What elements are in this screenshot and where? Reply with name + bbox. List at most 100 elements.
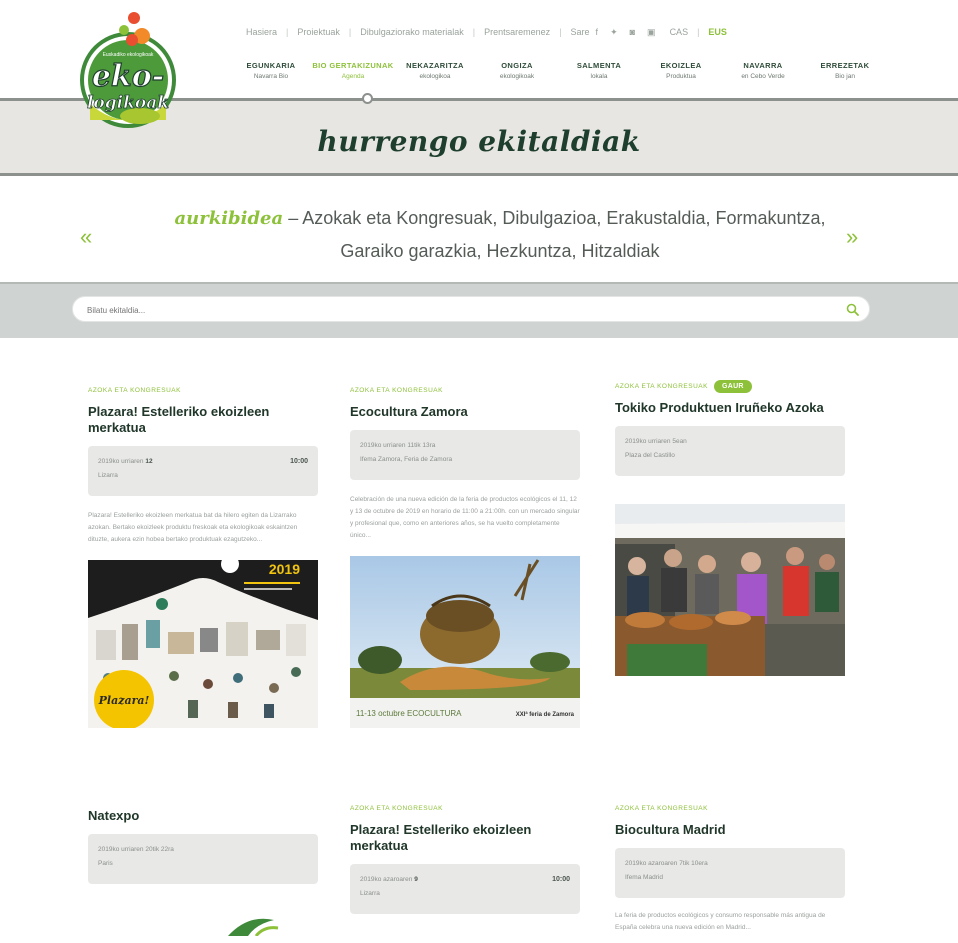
main-nav: EGUNKARIA Navarra Bio BIO GERTAKIZUNAK Age… [230, 60, 886, 82]
event-title[interactable]: Plazara! Estelleriko ekoizleen merkatua [88, 404, 318, 436]
facebook-icon[interactable]: f [596, 27, 599, 37]
event-place: Ifema Madrid [625, 874, 663, 881]
svg-text:eko-: eko- [92, 59, 164, 94]
event-image[interactable]: 2019 Plazara! [88, 560, 318, 728]
nav-separator: | [286, 27, 289, 37]
poster-brand: Plazara! [98, 694, 150, 707]
site-header: eko- logikoak Euskadiko ekologikoak Hasi… [0, 0, 958, 128]
search-box [72, 296, 870, 322]
event-day: 12 [145, 458, 153, 465]
event-description: La feria de productos ecológicos y consu… [615, 912, 826, 931]
event-date: 2019ko azaroaren 7tik 10era [625, 860, 708, 867]
instagram-icon[interactable]: ◙ [630, 27, 635, 37]
main-nav-item-title: BIO GERTAKIZUNAK [312, 61, 394, 70]
language-eus[interactable]: EUS [708, 27, 727, 37]
main-nav-item-sub: Produktua [666, 73, 696, 80]
main-nav-item-title: NEKAZARITZA [406, 61, 464, 70]
event-title[interactable]: Plazara! Estelleriko ekoizleen merkatua [350, 822, 580, 854]
nav-separator: | [697, 27, 700, 37]
event-date: 2019ko urriaren 5ean [625, 438, 687, 445]
event-image[interactable] [615, 504, 845, 676]
event-description: Plazara! Estelleriko ekoizleen merkatua … [88, 512, 298, 543]
category-items[interactable]: Azokak eta Kongresuak, Dibulgazioa, Erak… [302, 208, 825, 261]
search-input[interactable] [87, 303, 827, 317]
active-nav-indicator [362, 93, 373, 104]
event-card[interactable]: AZOKA ETA KONGRESUAK Plazara! Estellerik… [88, 384, 318, 728]
poster-caption-extra: XXIª feria de Zamora [516, 711, 575, 718]
nav-separator: | [559, 27, 562, 37]
event-place: Ifema Zamora, Feria de Zamora [360, 456, 453, 463]
event-info-box: 2019ko azaroaren 7tik 10era Ifema Madrid [615, 848, 845, 898]
event-info-box: 2019ko azaroaren 9 Lizarra 10:00 [350, 864, 580, 914]
top-nav-item[interactable]: Proiektuak [297, 27, 340, 37]
event-date: 2019ko urriaren 11tik 13ra [360, 442, 436, 449]
event-category-label: AZOKA ETA KONGRESUAK [615, 804, 708, 812]
svg-text:Euskadiko ekologikoak: Euskadiko ekologikoak [103, 52, 154, 58]
twitter-icon[interactable]: ✦ [610, 27, 618, 38]
main-nav-item-egunkaria[interactable]: EGUNKARIA Navarra Bio [230, 60, 312, 82]
youtube-icon[interactable]: ▣ [647, 27, 656, 38]
main-nav-item-sub: ekologikoa [419, 73, 451, 80]
main-nav-item-title: NAVARRA [743, 61, 783, 70]
today-badge: GAUR [713, 379, 752, 393]
event-title[interactable]: Ecocultura Zamora [350, 404, 580, 420]
poster-year: 2019 [269, 561, 300, 577]
event-date: 2019ko urriaren [98, 458, 144, 465]
event-title[interactable]: Natexpo [88, 808, 318, 824]
event-place: Paris [98, 860, 113, 867]
eko-logikoak-logo[interactable]: eko- logikoak Euskadiko ekologikoak [70, 8, 186, 130]
main-nav-item-ongiza[interactable]: ONGIZA ekologikoak [476, 60, 558, 82]
event-time: 10:00 [290, 458, 308, 465]
main-nav-item-sub: en Cebo Verde [741, 73, 785, 80]
main-nav-item-nekazaritza[interactable]: NEKAZARITZA ekologikoa [394, 60, 476, 82]
main-nav-item-title: ERREZETAK [820, 61, 870, 70]
event-category: AZOKA ETA KONGRESUAK GAUR [615, 379, 845, 393]
event-day: 9 [414, 876, 418, 883]
event-card[interactable]: AZOKA ETA KONGRESUAK GAUR Tokiko Produkt… [615, 379, 845, 676]
event-info-box: 2019ko urriaren 11tik 13ra Ifema Zamora,… [350, 430, 580, 480]
event-info-box: 2019ko urriaren 5ean Plaza del Castillo [615, 426, 845, 476]
poster-caption: 11-13 octubre ECOCULTURA [356, 709, 462, 718]
main-nav-item-title: ONGIZA [501, 61, 533, 70]
top-nav-item[interactable]: Prentsaremenez [484, 27, 550, 37]
event-card[interactable]: AZOKA ETA KONGRESUAK Ecocultura Zamora 2… [350, 384, 580, 728]
event-image[interactable] [88, 906, 318, 936]
svg-text:logikoak: logikoak [87, 93, 169, 113]
main-nav-item-sub: ekologikoak [499, 73, 535, 80]
market-photo-image [615, 504, 845, 676]
event-card[interactable]: AZOKA ETA KONGRESUAK Biocultura Madrid 2… [615, 802, 845, 934]
event-card[interactable]: Natexpo 2019ko urriaren 20tik 22ra Paris [88, 808, 318, 936]
nav-separator: | [348, 27, 352, 37]
language-cas[interactable]: CAS [670, 27, 689, 37]
category-carousel: « aurkibidea – Azokak eta Kongresuak, Di… [0, 178, 958, 282]
top-nav: Hasiera | Proiektuak | Dibulgaziorako ma… [246, 25, 727, 39]
event-grid: AZOKA ETA KONGRESUAK Plazara! Estellerik… [0, 338, 958, 943]
main-nav-item-title: EGUNKARIA [246, 61, 296, 70]
main-nav-item-sub: Navarra Bio [253, 73, 289, 80]
event-title[interactable]: Biocultura Madrid [615, 822, 845, 838]
event-title[interactable]: Tokiko Produktuen Iruñeko Azoka [615, 400, 845, 416]
top-nav-item[interactable]: Hasiera [246, 27, 277, 37]
top-nav-item[interactable]: Dibulgaziorako materialak [360, 27, 464, 37]
nav-separator: | [472, 27, 476, 37]
main-nav-item-salmenta[interactable]: SALMENTA lokala [558, 60, 640, 82]
event-card[interactable]: AZOKA ETA KONGRESUAK Plazara! Estellerik… [350, 802, 580, 914]
top-nav-item[interactable]: Sare [571, 27, 590, 37]
main-nav-item-navarra[interactable]: NAVARRA en Cebo Verde [722, 60, 804, 82]
search-icon[interactable] [846, 303, 859, 316]
event-category-label: AZOKA ETA KONGRESUAK [350, 804, 443, 812]
main-nav-item-bio-gertakizunak[interactable]: BIO GERTAKIZUNAK Agenda [312, 60, 394, 82]
event-image[interactable]: 11-13 octubre ECOCULTURA XXIª feria de Z… [350, 556, 580, 728]
carousel-prev-button[interactable]: « [80, 224, 92, 250]
carousel-next-button[interactable]: » [846, 224, 858, 250]
search-band [0, 282, 958, 338]
event-place: Lizarra [360, 890, 380, 897]
event-date: 2019ko azaroaren [360, 876, 413, 883]
main-nav-item-ekoizlea[interactable]: EKOIZLEA Produktua [640, 60, 722, 82]
main-nav-item-errezetak[interactable]: ERREZETAK Bio jan [804, 60, 886, 82]
event-description: Celebración de una nueva edición de la f… [350, 496, 580, 539]
event-category: AZOKA ETA KONGRESUAK [350, 802, 580, 814]
main-nav-item-sub: lokala [590, 73, 608, 80]
event-place: Plaza del Castillo [625, 452, 675, 459]
event-time: 10:00 [552, 876, 570, 883]
